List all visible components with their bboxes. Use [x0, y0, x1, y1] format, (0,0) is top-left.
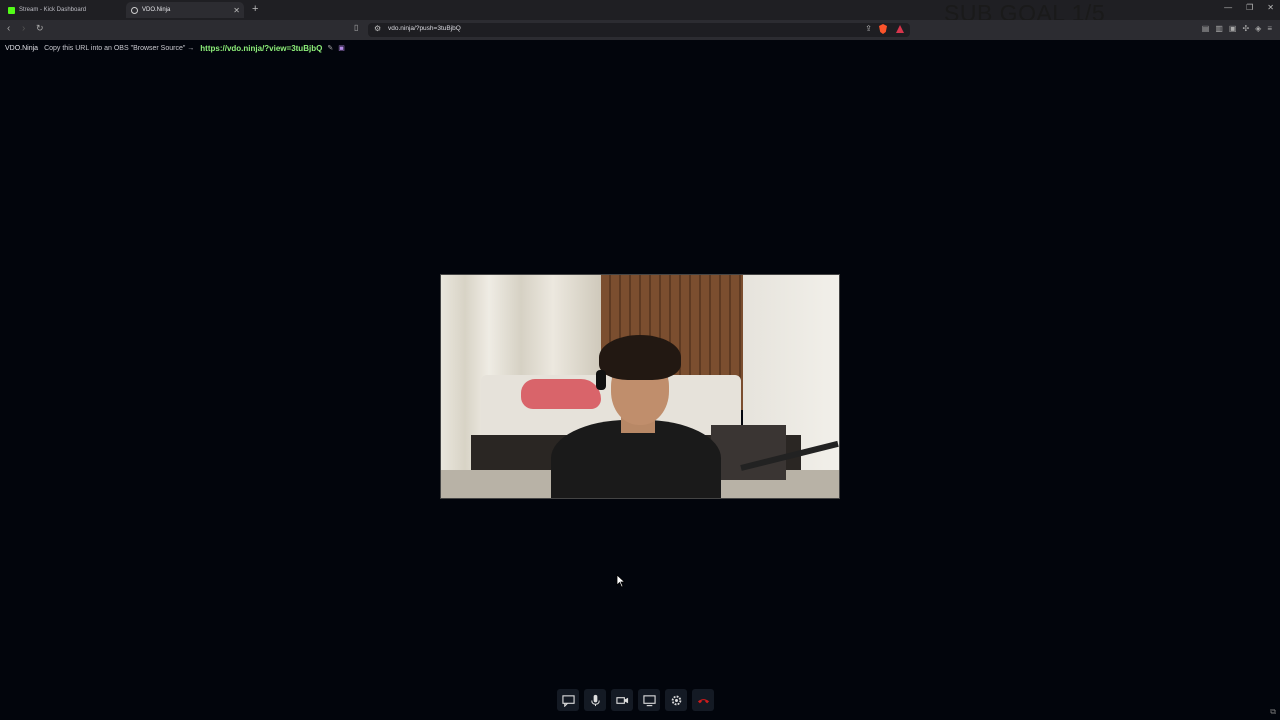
- extension-icons: ▤ ▥ ▣ ✣ ◈ ≡: [1202, 24, 1272, 33]
- camera-toggle-button[interactable]: [611, 689, 633, 711]
- site-info-icon[interactable]: ⚙: [374, 24, 381, 33]
- url-text[interactable]: vdo.ninja/?push=3tuBjbQ: [388, 25, 461, 32]
- share-info-bar: VDO.Ninja Copy this URL into an OBS "Bro…: [0, 40, 1280, 56]
- tab-kick-dashboard[interactable]: Stream - Kick Dashboard: [4, 2, 122, 18]
- share-icon[interactable]: ⇪: [865, 24, 872, 33]
- reload-icon[interactable]: ↻: [36, 23, 44, 34]
- video-headset: [596, 370, 606, 390]
- kick-favicon-icon: [8, 6, 15, 14]
- close-tab-icon[interactable]: ✕: [233, 6, 240, 15]
- hang-up-icon: [697, 698, 709, 703]
- vdo-ninja-favicon-icon: [131, 6, 138, 14]
- edit-link-icon[interactable]: ✎: [327, 44, 333, 52]
- wallet-icon[interactable]: ▣: [1229, 24, 1237, 33]
- video-blanket: [521, 379, 601, 409]
- settings-icon: [671, 695, 681, 705]
- reader-mode-icon[interactable]: ▤: [1202, 24, 1210, 33]
- minimize-icon[interactable]: —: [1224, 3, 1232, 12]
- sidebar-icon[interactable]: ▥: [1215, 24, 1223, 33]
- brave-rewards-icon[interactable]: [896, 25, 904, 33]
- camera-preview-video: [440, 274, 840, 499]
- call-toolbar: [557, 689, 714, 711]
- maximize-icon[interactable]: ❐: [1246, 3, 1253, 12]
- settings-button[interactable]: [665, 689, 687, 711]
- new-tab-icon[interactable]: +: [252, 3, 258, 15]
- obs-hint-text: Copy this URL into an OBS "Browser Sourc…: [44, 44, 195, 52]
- menu-icon[interactable]: ≡: [1267, 24, 1272, 33]
- forward-icon[interactable]: ›: [22, 23, 25, 34]
- camera-icon: [615, 696, 628, 704]
- chat-button[interactable]: [557, 689, 579, 711]
- mouse-cursor-icon: [616, 574, 626, 588]
- close-window-icon[interactable]: ✕: [1267, 3, 1274, 12]
- microphone-icon: [590, 694, 600, 706]
- navigation-bar: ‹ › ↻ ▯ ⚙ vdo.ninja/?push=3tuBjbQ ⇪: [0, 20, 1280, 40]
- page-corner-icon[interactable]: ⧉: [1270, 707, 1276, 717]
- tab-title: Stream - Kick Dashboard: [19, 7, 87, 13]
- back-icon[interactable]: ‹: [7, 23, 10, 34]
- bookmark-icon[interactable]: ▯: [354, 23, 358, 32]
- tab-vdo-ninja[interactable]: VDO.Ninja ✕: [126, 2, 244, 18]
- screen-share-icon: [642, 694, 656, 706]
- chat-icon: [561, 694, 575, 707]
- save-link-icon[interactable]: ▣: [338, 44, 345, 52]
- tab-title: VDO.Ninja: [142, 7, 171, 13]
- hang-up-button[interactable]: [692, 689, 714, 711]
- vpn-icon[interactable]: ◈: [1255, 24, 1261, 33]
- screen-share-button[interactable]: [638, 689, 660, 711]
- video-nightstand: [711, 425, 786, 480]
- view-link[interactable]: https://vdo.ninja/?view=3tuBjbQ: [200, 44, 322, 53]
- extensions-icon[interactable]: ✣: [1242, 24, 1249, 33]
- window-controls: — ❐ ✕: [1224, 3, 1274, 12]
- video-person-hair: [599, 335, 681, 380]
- mute-microphone-button[interactable]: [584, 689, 606, 711]
- vdo-ninja-brand: VDO.Ninja: [5, 44, 39, 52]
- address-bar[interactable]: ⚙ vdo.ninja/?push=3tuBjbQ ⇪: [368, 23, 910, 37]
